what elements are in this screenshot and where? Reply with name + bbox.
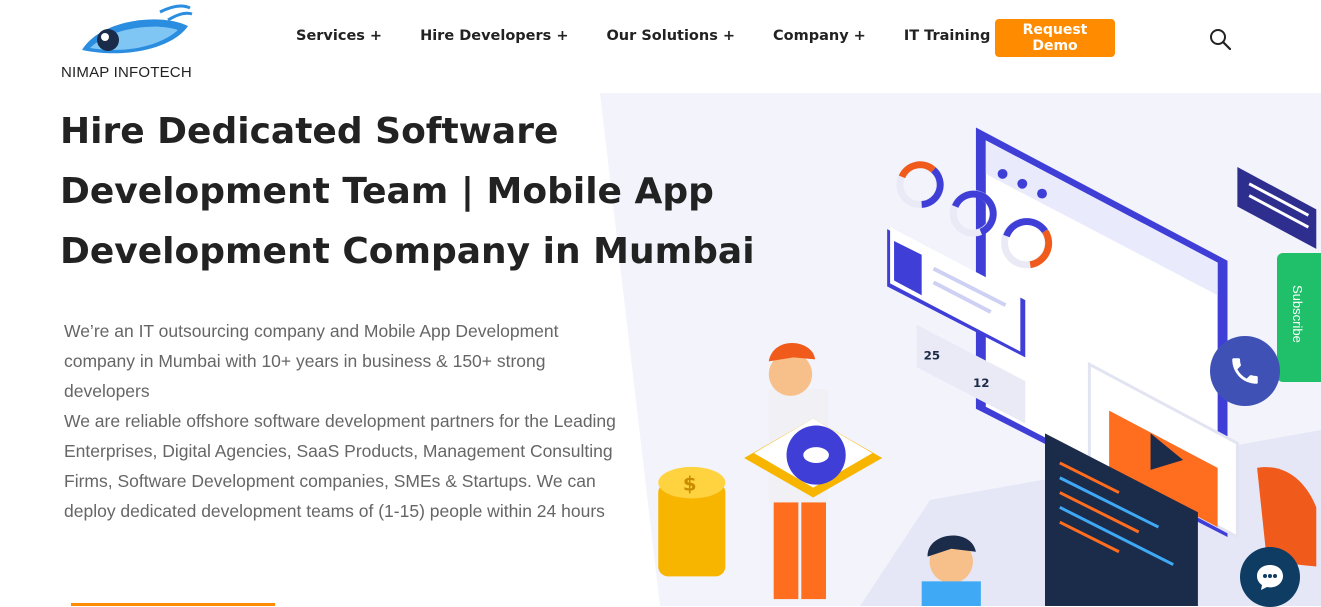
nav-services[interactable]: Services + — [296, 28, 382, 48]
nav-it-training[interactable]: IT Training+ — [904, 28, 1008, 48]
likes-count: 25 — [924, 348, 940, 362]
call-button[interactable] — [1210, 336, 1280, 406]
search-icon[interactable] — [1208, 27, 1232, 51]
chat-icon — [1257, 565, 1283, 590]
developer-figure-graphic — [744, 342, 883, 600]
chat-button[interactable] — [1240, 547, 1300, 607]
nav-hire-developers[interactable]: Hire Developers + — [420, 28, 568, 48]
subscribe-label: Subscribe — [1290, 285, 1305, 343]
request-demo-button[interactable]: Request Demo — [995, 19, 1115, 57]
brand-name: NIMAP INFOTECH — [61, 64, 192, 81]
coins-stack-graphic: $ — [658, 466, 726, 577]
nav-company[interactable]: Company + — [773, 28, 866, 48]
header: NIMAP INFOTECH Services + Hire Developers… — [0, 0, 1321, 90]
second-figure-graphic — [921, 535, 981, 606]
nav-our-solutions[interactable]: Our Solutions + — [606, 28, 735, 48]
hero-paragraph-1: We’re an IT outsourcing company and Mobi… — [64, 321, 559, 401]
comments-count: 12 — [973, 376, 989, 390]
svg-text:$: $ — [683, 473, 697, 496]
phone-icon — [1232, 358, 1258, 384]
subscribe-tab[interactable]: Subscribe — [1277, 253, 1321, 382]
hero-title: Hire Dedicated Software Development Team… — [60, 111, 755, 272]
main-nav: Services + Hire Developers + Our Solutions… — [296, 28, 1046, 48]
hero-description: We’re an IT outsourcing company and Mobi… — [64, 316, 624, 526]
hero-paragraph-2: We are reliable offshore software develo… — [64, 411, 616, 521]
